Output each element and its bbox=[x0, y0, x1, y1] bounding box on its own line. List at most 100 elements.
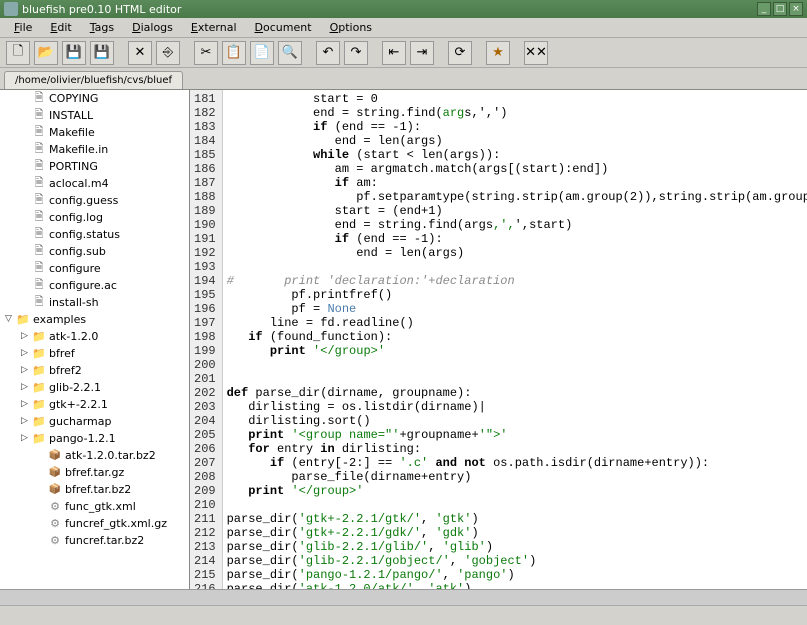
redo-button[interactable]: ↷ bbox=[344, 41, 368, 65]
code-line[interactable] bbox=[227, 260, 803, 274]
open-button[interactable]: 📂 bbox=[34, 41, 58, 65]
code-line[interactable]: end = len(args) bbox=[227, 134, 803, 148]
code-line[interactable]: if am: bbox=[227, 176, 803, 190]
code-line[interactable]: if (found_function): bbox=[227, 330, 803, 344]
code-line[interactable]: def parse_dir(dirname, groupname): bbox=[227, 386, 803, 400]
code-line[interactable]: if (entry[-2:] == '.c' and not os.path.i… bbox=[227, 456, 803, 470]
code-line[interactable]: if (end == -1): bbox=[227, 232, 803, 246]
tree-item[interactable]: funcref_gtk.xml.gz bbox=[0, 515, 189, 532]
code-line[interactable]: parse_dir('glib-2.2.1/gobject/', 'gobjec… bbox=[227, 554, 803, 568]
code-line[interactable]: if (end == -1): bbox=[227, 120, 803, 134]
tree-item[interactable]: COPYING bbox=[0, 90, 189, 107]
menu-document[interactable]: Document bbox=[247, 19, 320, 36]
code-line[interactable]: pf = None bbox=[227, 302, 803, 316]
tree-item[interactable]: configure bbox=[0, 260, 189, 277]
tree-item[interactable]: Makefile bbox=[0, 124, 189, 141]
code-line[interactable] bbox=[227, 358, 803, 372]
file-tree-sidebar[interactable]: COPYINGINSTALLMakefileMakefile.inPORTING… bbox=[0, 90, 190, 589]
undo-button[interactable]: ↶ bbox=[316, 41, 340, 65]
code-line[interactable]: while (start < len(args)): bbox=[227, 148, 803, 162]
tree-item[interactable]: funcref.tar.bz2 bbox=[0, 532, 189, 549]
maximize-button[interactable]: □ bbox=[773, 2, 787, 16]
tree-item[interactable]: ▷gtk+-2.2.1 bbox=[0, 396, 189, 413]
code-line[interactable]: parse_dir('pango-1.2.1/pango/', 'pango') bbox=[227, 568, 803, 582]
menu-external[interactable]: External bbox=[183, 19, 245, 36]
code-line[interactable]: # print 'declaration:'+declaration bbox=[227, 274, 803, 288]
new-button[interactable]: 🗋 bbox=[6, 41, 30, 65]
code-line[interactable]: parse_dir('atk-1.2.0/atk/', 'atk') bbox=[227, 582, 803, 589]
find-button[interactable]: 🔍 bbox=[278, 41, 302, 65]
expand-icon[interactable]: ▷ bbox=[20, 332, 29, 341]
menu-dialogs[interactable]: Dialogs bbox=[124, 19, 181, 36]
tree-item[interactable]: ▷atk-1.2.0 bbox=[0, 328, 189, 345]
unindent-button[interactable]: ⇤ bbox=[382, 41, 406, 65]
minimize-button[interactable]: _ bbox=[757, 2, 771, 16]
copy-button[interactable]: 📋 bbox=[222, 41, 246, 65]
tree-item[interactable]: ▷bfref2 bbox=[0, 362, 189, 379]
expand-icon[interactable]: ▷ bbox=[20, 417, 29, 426]
tree-item[interactable]: ▷bfref bbox=[0, 345, 189, 362]
tree-item[interactable]: config.sub bbox=[0, 243, 189, 260]
code-line[interactable]: start = (end+1) bbox=[227, 204, 803, 218]
tree-item[interactable]: ▷glib-2.2.1 bbox=[0, 379, 189, 396]
tree-item[interactable]: config.status bbox=[0, 226, 189, 243]
code-line[interactable]: end = string.find(args,',',start) bbox=[227, 218, 803, 232]
code-line[interactable]: parse_dir('glib-2.2.1/glib/', 'glib') bbox=[227, 540, 803, 554]
code-line[interactable]: pf.printfref() bbox=[227, 288, 803, 302]
tree-item[interactable]: func_gtk.xml bbox=[0, 498, 189, 515]
bookmark-button[interactable]: ★ bbox=[486, 41, 510, 65]
expand-icon[interactable]: ▷ bbox=[20, 383, 29, 392]
expand-icon[interactable]: ▷ bbox=[20, 349, 29, 358]
code-line[interactable]: dirlisting = os.listdir(dirname)| bbox=[227, 400, 803, 414]
code-line[interactable]: print '<group name="'+groupname+'">' bbox=[227, 428, 803, 442]
code-area[interactable]: start = 0 end = string.find(args,',') if… bbox=[223, 90, 807, 589]
code-line[interactable]: parse_file(dirname+entry) bbox=[227, 470, 803, 484]
code-line[interactable]: am = argmatch.match(args[(start):end]) bbox=[227, 162, 803, 176]
code-line[interactable]: parse_dir('gtk+-2.2.1/gdk/', 'gdk') bbox=[227, 526, 803, 540]
tree-item[interactable]: bfref.tar.bz2 bbox=[0, 481, 189, 498]
close-button[interactable]: × bbox=[789, 2, 803, 16]
tree-item[interactable]: install-sh bbox=[0, 294, 189, 311]
tree-item[interactable]: configure.ac bbox=[0, 277, 189, 294]
tree-item[interactable]: aclocal.m4 bbox=[0, 175, 189, 192]
exit-button[interactable]: ⎆ bbox=[156, 41, 180, 65]
tree-item[interactable]: ▽examples bbox=[0, 311, 189, 328]
save-button[interactable]: 💾 bbox=[62, 41, 86, 65]
tree-item[interactable]: Makefile.in bbox=[0, 141, 189, 158]
tree-item[interactable]: bfref.tar.gz bbox=[0, 464, 189, 481]
code-line[interactable]: end = string.find(args,',') bbox=[227, 106, 803, 120]
file-tab[interactable]: /home/olivier/bluefish/cvs/bluef bbox=[4, 71, 183, 89]
menu-file[interactable]: File bbox=[6, 19, 40, 36]
menu-edit[interactable]: Edit bbox=[42, 19, 79, 36]
expand-icon[interactable]: ▷ bbox=[20, 366, 29, 375]
tree-item[interactable]: atk-1.2.0.tar.bz2 bbox=[0, 447, 189, 464]
code-line[interactable]: pf.setparamtype(string.strip(am.group(2)… bbox=[227, 190, 803, 204]
code-line[interactable]: for entry in dirlisting: bbox=[227, 442, 803, 456]
tree-item[interactable]: config.log bbox=[0, 209, 189, 226]
horizontal-scrollbar[interactable] bbox=[0, 589, 807, 605]
expand-icon[interactable]: ▽ bbox=[4, 315, 13, 324]
tree-item[interactable]: INSTALL bbox=[0, 107, 189, 124]
code-line[interactable]: print '</group>' bbox=[227, 344, 803, 358]
code-line[interactable]: end = len(args) bbox=[227, 246, 803, 260]
tree-item[interactable]: ▷gucharmap bbox=[0, 413, 189, 430]
code-line[interactable]: parse_dir('gtk+-2.2.1/gtk/', 'gtk') bbox=[227, 512, 803, 526]
tree-item[interactable]: PORTING bbox=[0, 158, 189, 175]
code-line[interactable]: start = 0 bbox=[227, 92, 803, 106]
tools-button[interactable]: ✕✕ bbox=[524, 41, 548, 65]
cut-button[interactable]: ✂ bbox=[194, 41, 218, 65]
code-line[interactable] bbox=[227, 498, 803, 512]
tree-item[interactable]: ▷pango-1.2.1 bbox=[0, 430, 189, 447]
expand-icon[interactable]: ▷ bbox=[20, 434, 29, 443]
code-line[interactable]: print '</group>' bbox=[227, 484, 803, 498]
paste-button[interactable]: 📄 bbox=[250, 41, 274, 65]
indent-button[interactable]: ⇥ bbox=[410, 41, 434, 65]
menu-options[interactable]: Options bbox=[322, 19, 380, 36]
code-line[interactable] bbox=[227, 372, 803, 386]
code-editor[interactable]: 1811821831841851861871881891901911921931… bbox=[190, 90, 807, 589]
expand-icon[interactable]: ▷ bbox=[20, 400, 29, 409]
code-line[interactable]: dirlisting.sort() bbox=[227, 414, 803, 428]
refresh-button[interactable]: ⟳ bbox=[448, 41, 472, 65]
save-as-button[interactable]: 💾 bbox=[90, 41, 114, 65]
tree-item[interactable]: config.guess bbox=[0, 192, 189, 209]
